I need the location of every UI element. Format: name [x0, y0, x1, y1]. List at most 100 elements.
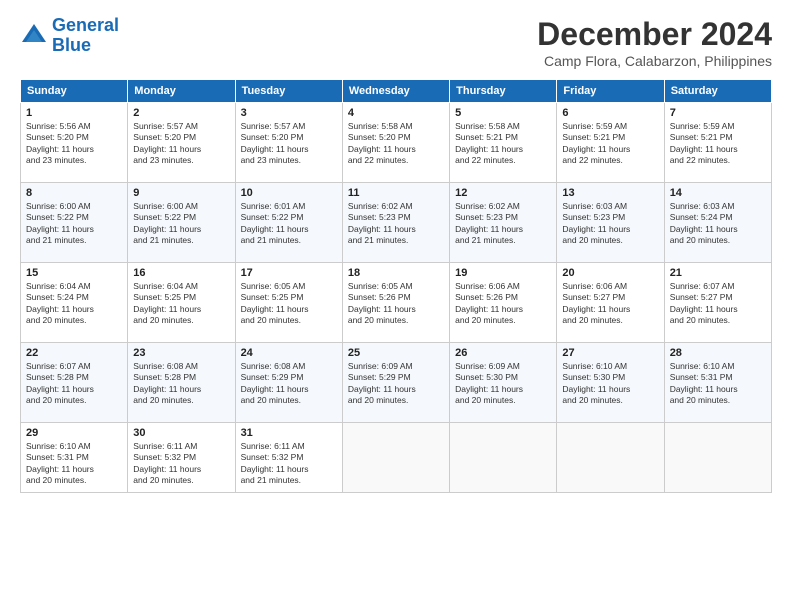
day-number: 21 — [670, 267, 766, 279]
table-row: 18 Sunrise: 6:05 AM Sunset: 5:26 PM Dayli… — [342, 263, 449, 343]
table-row: 24 Sunrise: 6:08 AM Sunset: 5:29 PM Dayli… — [235, 343, 342, 423]
col-friday: Friday — [557, 80, 664, 103]
title-block: December 2024 Camp Flora, Calabarzon, Ph… — [537, 16, 772, 69]
day-number: 29 — [26, 427, 122, 439]
page: General Blue December 2024 Camp Flora, C… — [0, 0, 792, 612]
day-number: 13 — [562, 187, 658, 199]
day-number: 28 — [670, 347, 766, 359]
day-info: Sunrise: 5:57 AM Sunset: 5:20 PM Dayligh… — [133, 121, 229, 167]
day-number: 18 — [348, 267, 444, 279]
table-row: 23Sunrise: 6:08 AM Sunset: 5:28 PM Dayli… — [128, 343, 235, 423]
day-number: 22 — [26, 347, 122, 359]
day-info: Sunrise: 6:07 AM Sunset: 5:27 PM Dayligh… — [670, 281, 766, 327]
day-info: Sunrise: 6:05 AM Sunset: 5:25 PM Dayligh… — [241, 281, 337, 327]
day-number: 1 — [26, 107, 122, 119]
table-row: 27 Sunrise: 6:10 AM Sunset: 5:30 PM Dayli… — [557, 343, 664, 423]
day-number: 26 — [455, 347, 551, 359]
day-number: 23 — [133, 347, 229, 359]
subtitle: Camp Flora, Calabarzon, Philippines — [537, 53, 772, 69]
day-info: Sunrise: 5:58 AM Sunset: 5:21 PM Dayligh… — [455, 121, 551, 167]
table-row: 15 Sunrise: 6:04 AM Sunset: 5:24 PM Dayli… — [21, 263, 128, 343]
col-wednesday: Wednesday — [342, 80, 449, 103]
main-title: December 2024 — [537, 16, 772, 53]
table-row: 31Sunrise: 6:11 AM Sunset: 5:32 PM Dayli… — [235, 423, 342, 493]
table-row — [664, 423, 771, 493]
day-number: 5 — [455, 107, 551, 119]
day-number: 10 — [241, 187, 337, 199]
table-row: 25 Sunrise: 6:09 AM Sunset: 5:29 PM Dayli… — [342, 343, 449, 423]
day-info: Sunrise: 5:56 AM Sunset: 5:20 PM Dayligh… — [26, 121, 122, 167]
col-saturday: Saturday — [664, 80, 771, 103]
table-row: 17Sunrise: 6:05 AM Sunset: 5:25 PM Dayli… — [235, 263, 342, 343]
table-row: 22 Sunrise: 6:07 AM Sunset: 5:28 PM Dayli… — [21, 343, 128, 423]
table-row: 30 Sunrise: 6:11 AM Sunset: 5:32 PM Dayli… — [128, 423, 235, 493]
table-row: 8 Sunrise: 6:00 AM Sunset: 5:22 PM Daylig… — [21, 183, 128, 263]
header: General Blue December 2024 Camp Flora, C… — [20, 16, 772, 69]
table-row: 16 Sunrise: 6:04 AM Sunset: 5:25 PM Dayli… — [128, 263, 235, 343]
logo-icon — [20, 22, 48, 50]
day-info: Sunrise: 6:06 AM Sunset: 5:26 PM Dayligh… — [455, 281, 551, 327]
table-row: 14Sunrise: 6:03 AM Sunset: 5:24 PM Dayli… — [664, 183, 771, 263]
table-row: 3 Sunrise: 5:57 AM Sunset: 5:20 PM Daylig… — [235, 103, 342, 183]
table-row: 10 Sunrise: 6:01 AM Sunset: 5:22 PM Dayli… — [235, 183, 342, 263]
calendar-table: Sunday Monday Tuesday Wednesday Thursday… — [20, 79, 772, 493]
col-tuesday: Tuesday — [235, 80, 342, 103]
day-number: 9 — [133, 187, 229, 199]
table-row: 11Sunrise: 6:02 AM Sunset: 5:23 PM Dayli… — [342, 183, 449, 263]
table-row: 29 Sunrise: 6:10 AM Sunset: 5:31 PM Dayli… — [21, 423, 128, 493]
day-info: Sunrise: 6:01 AM Sunset: 5:22 PM Dayligh… — [241, 201, 337, 247]
day-info: Sunrise: 6:02 AM Sunset: 5:23 PM Dayligh… — [455, 201, 551, 247]
day-info: Sunrise: 5:57 AM Sunset: 5:20 PM Dayligh… — [241, 121, 337, 167]
logo-blue: Blue — [52, 35, 91, 55]
day-number: 19 — [455, 267, 551, 279]
day-info: Sunrise: 6:04 AM Sunset: 5:24 PM Dayligh… — [26, 281, 122, 327]
day-number: 20 — [562, 267, 658, 279]
day-info: Sunrise: 6:07 AM Sunset: 5:28 PM Dayligh… — [26, 361, 122, 407]
day-info: Sunrise: 6:10 AM Sunset: 5:31 PM Dayligh… — [670, 361, 766, 407]
table-row: 9 Sunrise: 6:00 AM Sunset: 5:22 PM Daylig… — [128, 183, 235, 263]
day-number: 30 — [133, 427, 229, 439]
day-info: Sunrise: 6:00 AM Sunset: 5:22 PM Dayligh… — [133, 201, 229, 247]
logo: General Blue — [20, 16, 119, 56]
day-info: Sunrise: 6:06 AM Sunset: 5:27 PM Dayligh… — [562, 281, 658, 327]
day-info: Sunrise: 6:04 AM Sunset: 5:25 PM Dayligh… — [133, 281, 229, 327]
table-row: 12 Sunrise: 6:02 AM Sunset: 5:23 PM Dayli… — [450, 183, 557, 263]
day-number: 31 — [241, 427, 337, 439]
table-row: 4 Sunrise: 5:58 AM Sunset: 5:20 PM Daylig… — [342, 103, 449, 183]
logo-general: General — [52, 15, 119, 35]
day-number: 25 — [348, 347, 444, 359]
table-row: 26 Sunrise: 6:09 AM Sunset: 5:30 PM Dayli… — [450, 343, 557, 423]
day-number: 3 — [241, 107, 337, 119]
table-row: 21 Sunrise: 6:07 AM Sunset: 5:27 PM Dayli… — [664, 263, 771, 343]
day-number: 15 — [26, 267, 122, 279]
table-row: 1 Sunrise: 5:56 AM Sunset: 5:20 PM Daylig… — [21, 103, 128, 183]
table-row: 19 Sunrise: 6:06 AM Sunset: 5:26 PM Dayli… — [450, 263, 557, 343]
day-info: Sunrise: 5:59 AM Sunset: 5:21 PM Dayligh… — [670, 121, 766, 167]
table-row: 5 Sunrise: 5:58 AM Sunset: 5:21 PM Daylig… — [450, 103, 557, 183]
day-info: Sunrise: 6:00 AM Sunset: 5:22 PM Dayligh… — [26, 201, 122, 247]
table-row — [342, 423, 449, 493]
day-info: Sunrise: 5:58 AM Sunset: 5:20 PM Dayligh… — [348, 121, 444, 167]
day-info: Sunrise: 5:59 AM Sunset: 5:21 PM Dayligh… — [562, 121, 658, 167]
day-info: Sunrise: 6:08 AM Sunset: 5:29 PM Dayligh… — [241, 361, 337, 407]
day-info: Sunrise: 6:10 AM Sunset: 5:30 PM Dayligh… — [562, 361, 658, 407]
day-number: 27 — [562, 347, 658, 359]
day-number: 4 — [348, 107, 444, 119]
logo-text: General Blue — [52, 16, 119, 56]
day-number: 7 — [670, 107, 766, 119]
day-info: Sunrise: 6:09 AM Sunset: 5:29 PM Dayligh… — [348, 361, 444, 407]
day-info: Sunrise: 6:05 AM Sunset: 5:26 PM Dayligh… — [348, 281, 444, 327]
day-info: Sunrise: 6:10 AM Sunset: 5:31 PM Dayligh… — [26, 441, 122, 487]
table-row: 13 Sunrise: 6:03 AM Sunset: 5:23 PM Dayli… — [557, 183, 664, 263]
col-thursday: Thursday — [450, 80, 557, 103]
day-number: 8 — [26, 187, 122, 199]
day-number: 24 — [241, 347, 337, 359]
day-info: Sunrise: 6:11 AM Sunset: 5:32 PM Dayligh… — [133, 441, 229, 487]
day-number: 16 — [133, 267, 229, 279]
table-row — [450, 423, 557, 493]
day-info: Sunrise: 6:09 AM Sunset: 5:30 PM Dayligh… — [455, 361, 551, 407]
day-number: 2 — [133, 107, 229, 119]
day-info: Sunrise: 6:03 AM Sunset: 5:23 PM Dayligh… — [562, 201, 658, 247]
calendar-header-row: Sunday Monday Tuesday Wednesday Thursday… — [21, 80, 772, 103]
day-number: 12 — [455, 187, 551, 199]
